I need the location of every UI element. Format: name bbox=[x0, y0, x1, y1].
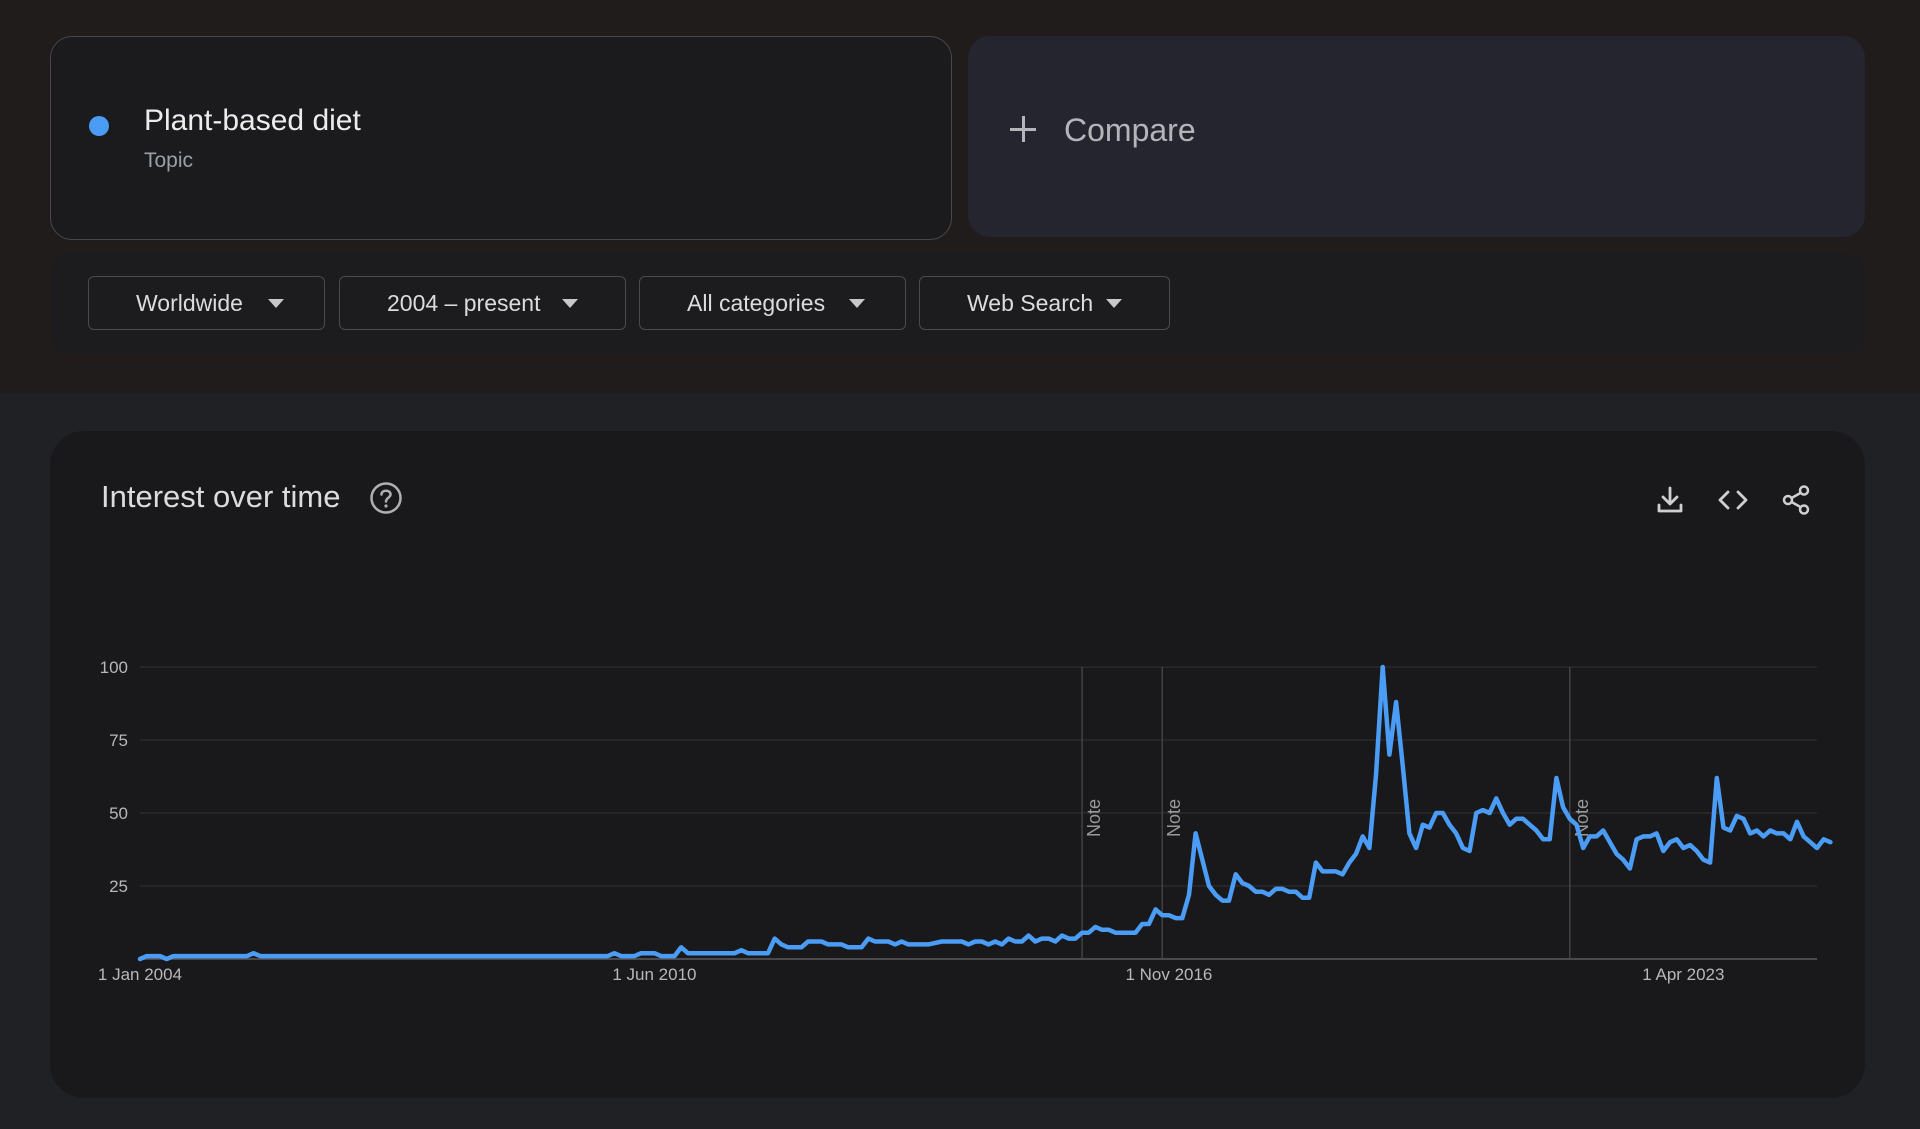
category-filter-dropdown[interactable]: All categories bbox=[639, 276, 906, 330]
region-filter-label: Worldwide bbox=[136, 290, 243, 316]
chart-title: Interest over time bbox=[101, 479, 341, 514]
share-icon[interactable] bbox=[1779, 483, 1813, 517]
search-term-card[interactable]: Plant-based diet Topic bbox=[50, 36, 952, 240]
y-tick-label: 50 bbox=[109, 804, 128, 823]
x-tick-label: 1 Jan 2004 bbox=[98, 965, 182, 984]
search-term-type: Topic bbox=[144, 149, 194, 172]
chevron-down-icon bbox=[268, 299, 284, 308]
download-icon[interactable] bbox=[1653, 483, 1687, 517]
y-tick-label: 75 bbox=[109, 731, 128, 750]
search-type-filter-dropdown[interactable]: Web Search bbox=[919, 276, 1170, 330]
y-tick-label: 25 bbox=[109, 877, 128, 896]
search-term-name[interactable]: Plant-based diet bbox=[144, 104, 361, 138]
x-tick-label: 1 Apr 2023 bbox=[1642, 965, 1724, 984]
chevron-down-icon bbox=[1106, 299, 1122, 308]
note-label: Note bbox=[1572, 799, 1592, 837]
time-range-filter-label: 2004 – present bbox=[387, 290, 541, 316]
category-filter-label: All categories bbox=[687, 290, 826, 316]
x-tick-label: 1 Nov 2016 bbox=[1125, 965, 1212, 984]
chevron-down-icon bbox=[562, 299, 578, 308]
x-tick-label: 1 Jun 2010 bbox=[612, 965, 696, 984]
interest-chart: 25 50 75 100 Note Note Note 1 Jan 2004 1 Jun 201… bbox=[98, 658, 1833, 984]
help-icon[interactable] bbox=[369, 481, 403, 515]
series-color-dot bbox=[89, 116, 109, 136]
interest-over-time-panel: 25 50 75 100 Note Note Note 1 Jan 2004 1 Jun 201… bbox=[50, 431, 1865, 1098]
time-range-filter-dropdown[interactable]: 2004 – present bbox=[339, 276, 626, 330]
plus-icon bbox=[1010, 116, 1036, 142]
note-label: Note bbox=[1084, 799, 1104, 837]
filter-bar: Worldwide 2004 – present All categories … bbox=[50, 253, 1865, 354]
search-type-filter-label: Web Search bbox=[967, 290, 1094, 316]
compare-label: Compare bbox=[1064, 112, 1196, 148]
embed-code-icon[interactable] bbox=[1716, 483, 1750, 517]
region-filter-dropdown[interactable]: Worldwide bbox=[88, 276, 325, 330]
compare-button[interactable]: Compare bbox=[968, 36, 1865, 237]
chevron-down-icon bbox=[849, 299, 865, 308]
y-tick-label: 100 bbox=[100, 658, 128, 677]
note-label: Note bbox=[1164, 799, 1184, 837]
